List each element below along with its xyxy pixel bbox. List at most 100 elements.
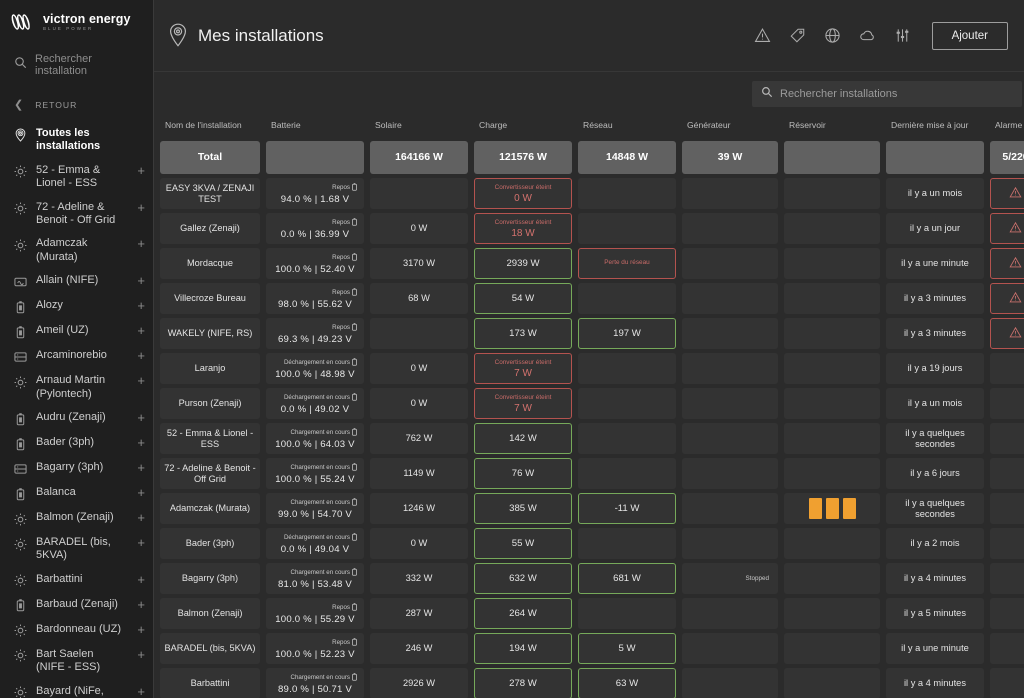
sidebar-item-balanca[interactable]: Balanca +: [0, 481, 153, 506]
plus-icon[interactable]: +: [133, 201, 145, 214]
battery-small-icon: [352, 532, 357, 544]
installation-name[interactable]: 72 - Adeline & Benoit - Off Grid: [160, 458, 260, 489]
plus-icon[interactable]: +: [133, 411, 145, 424]
installation-name[interactable]: WAKELY (NIFE, RS): [160, 318, 260, 349]
sidebar-item-72-adeline-benoit-off-grid[interactable]: 72 - Adeline & Benoit - Off Grid +: [0, 196, 153, 233]
sidebar-item-bayard-nife-3ph[interactable]: Bayard (NiFe, 3ph) +: [0, 680, 153, 698]
plus-icon[interactable]: +: [133, 237, 145, 250]
installation-name[interactable]: Mordacque: [160, 248, 260, 279]
sidebar-item-arnaud-martin-pylontech[interactable]: Arnaud Martin (Pylontech) +: [0, 369, 153, 406]
table-row[interactable]: Bagarry (3ph) Chargement en cours 81.0 % |…: [157, 561, 1024, 596]
column-header-charge[interactable]: Charge: [471, 116, 575, 139]
column-header-r-seau[interactable]: Réseau: [575, 116, 679, 139]
installation-name[interactable]: Laranjo: [160, 353, 260, 384]
alarm-cell[interactable]: [990, 248, 1024, 279]
plus-icon[interactable]: +: [133, 598, 145, 611]
cell-alarm: [987, 596, 1024, 631]
installation-name[interactable]: BARADEL (bis, 5KVA): [160, 633, 260, 664]
sidebar-item-bader-3ph[interactable]: Bader (3ph) +: [0, 431, 153, 456]
plus-icon[interactable]: +: [133, 349, 145, 362]
installation-name[interactable]: Barbattini: [160, 668, 260, 698]
table-row[interactable]: BARADEL (bis, 5KVA) Repos 100.0 % | 52.23 …: [157, 631, 1024, 666]
table-row[interactable]: Laranjo Déchargement en cours 100.0 % | 48…: [157, 351, 1024, 386]
installation-name[interactable]: Balmon (Zenaji): [160, 598, 260, 629]
sidebar-item-bardonneau-uz[interactable]: Bardonneau (UZ) +: [0, 618, 153, 643]
plus-icon[interactable]: +: [133, 536, 145, 549]
sidebar-item-bagarry-3ph[interactable]: Bagarry (3ph) +: [0, 456, 153, 481]
brand-logo[interactable]: victron energy BLUE POWER: [0, 0, 153, 44]
sidebar-item-adamczak-murata[interactable]: Adamczak (Murata) +: [0, 232, 153, 269]
table-row[interactable]: WAKELY (NIFE, RS) Repos 69.3 % | 49.23 V 17…: [157, 316, 1024, 351]
installation-name[interactable]: Bader (3ph): [160, 528, 260, 559]
cloud-icon[interactable]: [859, 27, 877, 45]
alarm-cell[interactable]: [990, 283, 1024, 314]
column-header-alarme[interactable]: Alarme^: [987, 116, 1024, 139]
plus-icon[interactable]: +: [133, 461, 145, 474]
column-header-nom-de-l-installation[interactable]: Nom de l'installation: [157, 116, 263, 139]
installation-name[interactable]: Adamczak (Murata): [160, 493, 260, 524]
sidebar-item-audru-zenaji[interactable]: Audru (Zenaji) +: [0, 406, 153, 431]
table-row[interactable]: Mordacque Repos 100.0 % | 52.40 V 3170 W 293…: [157, 246, 1024, 281]
plus-icon[interactable]: +: [133, 486, 145, 499]
alert-triangle-icon[interactable]: [754, 27, 772, 45]
cell-updated: il y a 2 mois: [883, 526, 987, 561]
column-header-derni-re-mise-jour[interactable]: Dernière mise à jour: [883, 116, 987, 139]
search-installations-input[interactable]: Rechercher installations: [752, 81, 1022, 107]
globe-icon[interactable]: [824, 27, 842, 45]
cell-name: Bagarry (3ph): [157, 561, 263, 596]
sidebar-search[interactable]: Rechercher installation: [0, 48, 153, 82]
installation-name[interactable]: EASY 3KVA / ZENAJI TEST: [160, 178, 260, 209]
installation-name[interactable]: Villecroze Bureau: [160, 283, 260, 314]
plus-icon[interactable]: +: [133, 623, 145, 636]
sidebar-item-baradel-bis-5kva[interactable]: BARADEL (bis, 5KVA) +: [0, 531, 153, 568]
alarm-cell[interactable]: [990, 178, 1024, 209]
table-row[interactable]: Adamczak (Murata) Chargement en cours 99.0…: [157, 491, 1024, 526]
plus-icon[interactable]: +: [133, 274, 145, 287]
tag-icon[interactable]: [789, 27, 807, 45]
plus-icon[interactable]: +: [133, 374, 145, 387]
table-row[interactable]: Gallez (Zenaji) Repos 0.0 % | 36.99 V0 W Co…: [157, 211, 1024, 246]
installation-name[interactable]: 52 - Emma & Lionel - ESS: [160, 423, 260, 454]
plus-icon[interactable]: +: [133, 299, 145, 312]
sidebar-item-barbaud-zenaji[interactable]: Barbaud (Zenaji) +: [0, 593, 153, 618]
cell-solar: 1149 W: [367, 456, 471, 491]
sidebar-item-bart-saelen-nife-ess[interactable]: Bart Saelen (NIFE - ESS) +: [0, 643, 153, 680]
table-row[interactable]: Balmon (Zenaji) Repos 100.0 % | 55.29 V 287…: [157, 596, 1024, 631]
add-button[interactable]: Ajouter: [931, 21, 1008, 50]
plus-icon[interactable]: +: [133, 685, 145, 698]
sidebar-item-ameil-uz[interactable]: Ameil (UZ) +: [0, 319, 153, 344]
plus-icon[interactable]: +: [133, 573, 145, 586]
column-header-r-servoir[interactable]: Réservoir: [781, 116, 883, 139]
installation-name[interactable]: Bagarry (3ph): [160, 563, 260, 594]
cell-battery: Chargement en cours 100.0 % | 64.03 V: [263, 421, 367, 456]
sidebar-item-toutes-les-installations[interactable]: Toutes les installations: [0, 122, 153, 159]
cell-solar: 2926 W: [367, 666, 471, 698]
column-header-g-n-rateur[interactable]: Générateur: [679, 116, 781, 139]
plus-icon[interactable]: +: [133, 324, 145, 337]
plus-icon[interactable]: +: [133, 511, 145, 524]
installation-name[interactable]: Gallez (Zenaji): [160, 213, 260, 244]
sidebar-item-arcaminorebio[interactable]: Arcaminorebio +: [0, 344, 153, 369]
table-row[interactable]: 72 - Adeline & Benoit - Off Grid Chargeme…: [157, 456, 1024, 491]
plus-icon[interactable]: +: [133, 436, 145, 449]
plus-icon[interactable]: +: [133, 164, 145, 177]
column-header-batterie[interactable]: Batterie: [263, 116, 367, 139]
back-link[interactable]: ❮ RETOUR: [0, 90, 153, 120]
table-row[interactable]: Bader (3ph) Déchargement en cours 0.0 % | …: [157, 526, 1024, 561]
table-row[interactable]: 52 - Emma & Lionel - ESS Chargement en co…: [157, 421, 1024, 456]
table-row[interactable]: Barbattini Chargement en cours 89.0 % | 50…: [157, 666, 1024, 698]
sidebar-item-alozy[interactable]: Alozy +: [0, 294, 153, 319]
sliders-icon[interactable]: [894, 27, 912, 45]
column-header-solaire[interactable]: Solaire: [367, 116, 471, 139]
table-row[interactable]: Purson (Zenaji) Déchargement en cours 0.0 …: [157, 386, 1024, 421]
table-row[interactable]: Villecroze Bureau Repos 98.0 % | 55.62 V 68…: [157, 281, 1024, 316]
sidebar-item-barbattini[interactable]: Barbattini +: [0, 568, 153, 593]
alarm-cell[interactable]: [990, 213, 1024, 244]
sidebar-item-52-emma-lionel-ess[interactable]: 52 - Emma & Lionel - ESS +: [0, 159, 153, 196]
table-row[interactable]: EASY 3KVA / ZENAJI TEST Repos 94.0 % | 1.6…: [157, 176, 1024, 211]
sidebar-item-allain-nife[interactable]: Allain (NIFE) +: [0, 269, 153, 294]
alarm-cell[interactable]: [990, 318, 1024, 349]
sidebar-item-balmon-zenaji[interactable]: Balmon (Zenaji) +: [0, 506, 153, 531]
installation-name[interactable]: Purson (Zenaji): [160, 388, 260, 419]
plus-icon[interactable]: +: [133, 648, 145, 661]
